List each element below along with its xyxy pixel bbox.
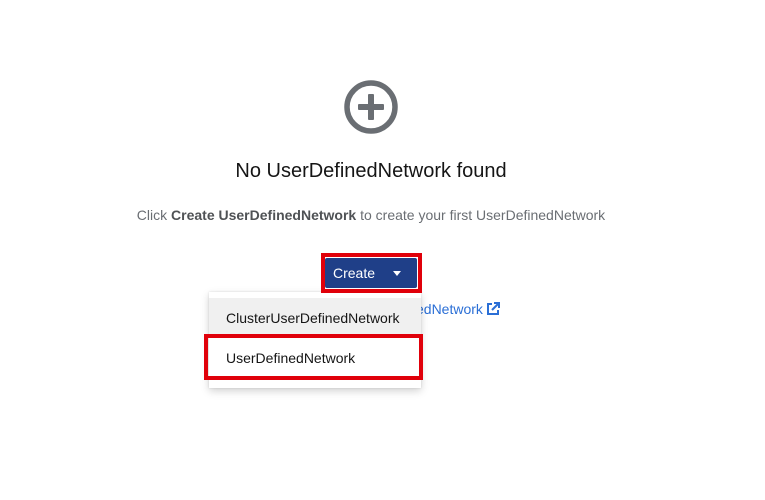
empty-state-title: No UserDefinedNetwork found [235,160,507,182]
documentation-link-text: edNetwork [416,301,483,317]
external-link-icon [486,302,500,315]
empty-state-body-strong: Create UserDefinedNetwork [171,207,357,223]
empty-state-body: Click Create UserDefinedNetwork to creat… [0,207,742,223]
menu-item-user-defined-network[interactable]: UserDefinedNetwork [209,338,421,378]
create-dropdown-menu: ClusterUserDefinedNetwork UserDefinedNet… [209,292,421,388]
documentation-link[interactable]: edNetwork [416,301,500,317]
create-button-label: Create [333,265,376,281]
empty-state-body-suffix: to create your first UserDefinedNetwork [356,207,606,223]
add-circle-icon [344,80,398,134]
empty-state-body-prefix: Click [136,207,172,223]
empty-state-page: No UserDefinedNetwork found Click Create… [0,0,765,500]
create-dropdown-button[interactable]: Create [325,258,417,288]
caret-down-icon [393,270,402,276]
menu-item-cluster-user-defined-network[interactable]: ClusterUserDefinedNetwork [209,298,421,338]
